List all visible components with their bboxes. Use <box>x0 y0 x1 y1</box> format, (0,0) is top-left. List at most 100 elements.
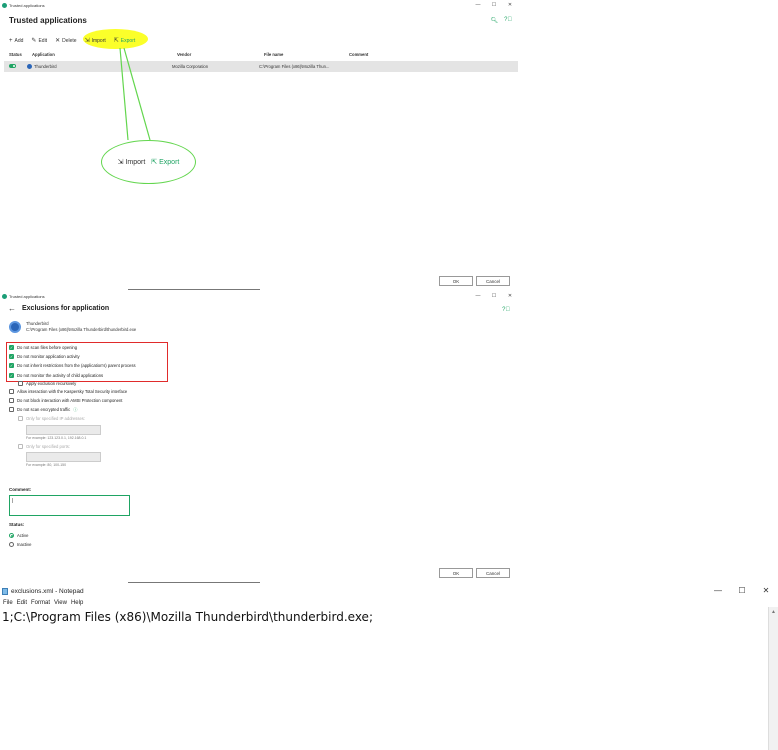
menu-help[interactable]: Help <box>71 600 83 606</box>
app-path: C:\Program Files (x86)\Mozilla Thunderbi… <box>26 327 137 332</box>
minimize-button[interactable]: — <box>470 293 486 299</box>
comment-label: Comment: <box>9 487 32 492</box>
thunderbird-icon <box>9 321 21 333</box>
callout-import: ⇲ Import <box>117 159 146 166</box>
kaspersky-app-icon <box>2 2 7 8</box>
maximize-button[interactable]: ☐ <box>486 2 502 8</box>
radio-button[interactable] <box>9 533 14 538</box>
cancel-button[interactable]: Cancel <box>476 276 510 286</box>
status-active-radio[interactable]: Active <box>9 533 28 538</box>
checkbox[interactable] <box>9 398 14 404</box>
checkbox[interactable]: ✓ <box>9 345 14 351</box>
application-info: Thunderbird C:\Program Files (x86)\Mozil… <box>9 321 136 333</box>
table-header: Status Application Vendor File name Comm… <box>9 52 517 57</box>
ok-button[interactable]: OK <box>439 568 473 578</box>
ports-input[interactable] <box>26 451 101 462</box>
export-button[interactable]: ⇱ Export <box>113 37 135 45</box>
checkbox[interactable]: ✓ <box>9 363 14 369</box>
checkbox[interactable] <box>18 380 23 386</box>
application-name: Thunderbird <box>34 64 57 69</box>
back-arrow-icon[interactable]: ← <box>8 304 16 313</box>
exclusions-window: Trusted applications — ☐ ✕ ← Exclusions … <box>0 291 518 581</box>
help-icon[interactable]: ?⃝ <box>502 307 510 313</box>
vendor-cell: Mozilla Corporation <box>172 64 209 69</box>
title-bar: Trusted applications — ☐ ✕ <box>0 291 518 301</box>
minimize-button[interactable]: — <box>706 586 730 595</box>
menu-edit[interactable]: Edit <box>17 600 27 606</box>
menu-file[interactable]: File <box>3 600 13 606</box>
option-no-scan-encrypted[interactable]: Do not scan encrypted traffic ⓘ <box>9 405 136 414</box>
checkbox[interactable]: ✓ <box>9 372 14 378</box>
import-icon: ⇲ <box>84 38 90 44</box>
checkbox[interactable] <box>18 416 23 422</box>
delete-button[interactable]: ✕ Delete <box>55 37 76 45</box>
export-icon: ⇱ <box>113 38 119 44</box>
import-export-callout: ⇲ Import ⇱ Export <box>101 140 196 184</box>
option-no-inherit-restrictions[interactable]: ✓ Do not inherit restrictions from the (a… <box>9 361 136 370</box>
option-apply-recursively[interactable]: Apply exclusion recursively <box>9 380 136 387</box>
edit-button[interactable]: ✎ Edit <box>31 37 47 45</box>
callout-export: ⇱ Export <box>151 159 180 166</box>
window-title: Trusted applications <box>9 293 45 299</box>
window-title: exclusions.xml - Notepad <box>11 588 84 595</box>
ports-example-text: For example: 80, 100-150 <box>26 462 67 467</box>
cancel-button[interactable]: Cancel <box>476 568 510 578</box>
trusted-applications-window: Trusted applications — ☐ ✕ Trusted appli… <box>0 0 518 289</box>
add-button[interactable]: + Add <box>9 38 23 44</box>
option-only-ip[interactable]: Only for specified IP addresses: <box>9 414 136 423</box>
maximize-button[interactable]: ☐ <box>486 293 502 299</box>
checkbox[interactable] <box>9 407 14 413</box>
option-only-ports[interactable]: Only for specified ports: <box>9 442 136 451</box>
editor-text[interactable]: 1;C:\Program Files (x86)\Mozilla Thunder… <box>2 610 373 624</box>
option-no-scan-files[interactable]: ✓ Do not scan files before opening <box>9 343 136 352</box>
checkbox[interactable] <box>18 443 23 449</box>
scroll-up-icon[interactable]: ▲ <box>771 609 776 615</box>
search-icon[interactable]: 🔍︎ <box>491 17 499 24</box>
import-button[interactable]: ⇲ Import <box>84 37 106 45</box>
menu-format[interactable]: Format <box>31 600 50 606</box>
vertical-scrollbar[interactable]: ▲ <box>768 607 778 750</box>
close-button[interactable]: ✕ <box>502 293 518 299</box>
minimize-button[interactable]: — <box>470 2 486 8</box>
title-bar: Trusted applications — ☐ ✕ <box>0 0 518 10</box>
plus-icon: + <box>9 37 13 44</box>
checkbox[interactable]: ✓ <box>9 354 14 360</box>
page-title: Trusted applications <box>9 16 87 25</box>
close-button[interactable]: ✕ <box>502 2 518 8</box>
divider <box>128 289 260 290</box>
divider <box>128 582 260 583</box>
radio-button[interactable] <box>9 542 14 547</box>
column-vendor[interactable]: Vendor <box>177 52 264 57</box>
ok-button[interactable]: OK <box>439 276 473 286</box>
checkbox[interactable] <box>9 388 14 394</box>
kaspersky-app-icon <box>2 293 7 299</box>
option-no-block-amsi[interactable]: Do not block interaction with AMSI Prote… <box>9 396 136 405</box>
help-icon[interactable]: ?⃝ <box>504 17 512 24</box>
close-button[interactable]: ✕ <box>754 586 778 595</box>
window-title: Trusted applications <box>9 2 45 8</box>
status-toggle[interactable] <box>9 64 16 68</box>
thunderbird-icon <box>27 64 32 69</box>
page-title: Exclusions for application <box>22 305 110 312</box>
comment-textarea[interactable]: | <box>9 495 130 516</box>
status-inactive-radio[interactable]: Inactive <box>9 542 31 547</box>
table-row[interactable]: Thunderbird Mozilla Corporation C:\Progr… <box>4 61 518 72</box>
maximize-button[interactable]: ☐ <box>730 586 754 595</box>
info-icon[interactable]: ⓘ <box>73 407 77 413</box>
column-comment[interactable]: Comment <box>349 52 409 57</box>
notepad-icon <box>2 588 8 595</box>
notepad-window: exclusions.xml - Notepad — ☐ ✕ File Edit… <box>0 584 778 750</box>
option-no-monitor-activity[interactable]: ✓ Do not monitor application activity <box>9 352 136 361</box>
option-allow-interaction[interactable]: Allow interaction with the Kaspersky Tot… <box>9 387 136 396</box>
column-application[interactable]: Application <box>32 52 177 57</box>
ip-address-input[interactable] <box>26 424 101 435</box>
file-name-cell: C:\Program Files (x86)\Mozilla Thun... <box>259 64 330 69</box>
menu-view[interactable]: View <box>54 600 67 606</box>
exclusion-options: ✓ Do not scan files before opening ✓ Do no… <box>9 343 136 469</box>
pencil-icon: ✎ <box>31 38 37 44</box>
menu-bar: File Edit Format View Help <box>3 600 83 606</box>
column-status[interactable]: Status <box>9 52 32 57</box>
status-label: Status: <box>9 522 25 527</box>
column-file-name[interactable]: File name <box>264 52 349 57</box>
option-no-monitor-child[interactable]: ✓ Do not monitor the activity of child ap… <box>9 371 136 380</box>
